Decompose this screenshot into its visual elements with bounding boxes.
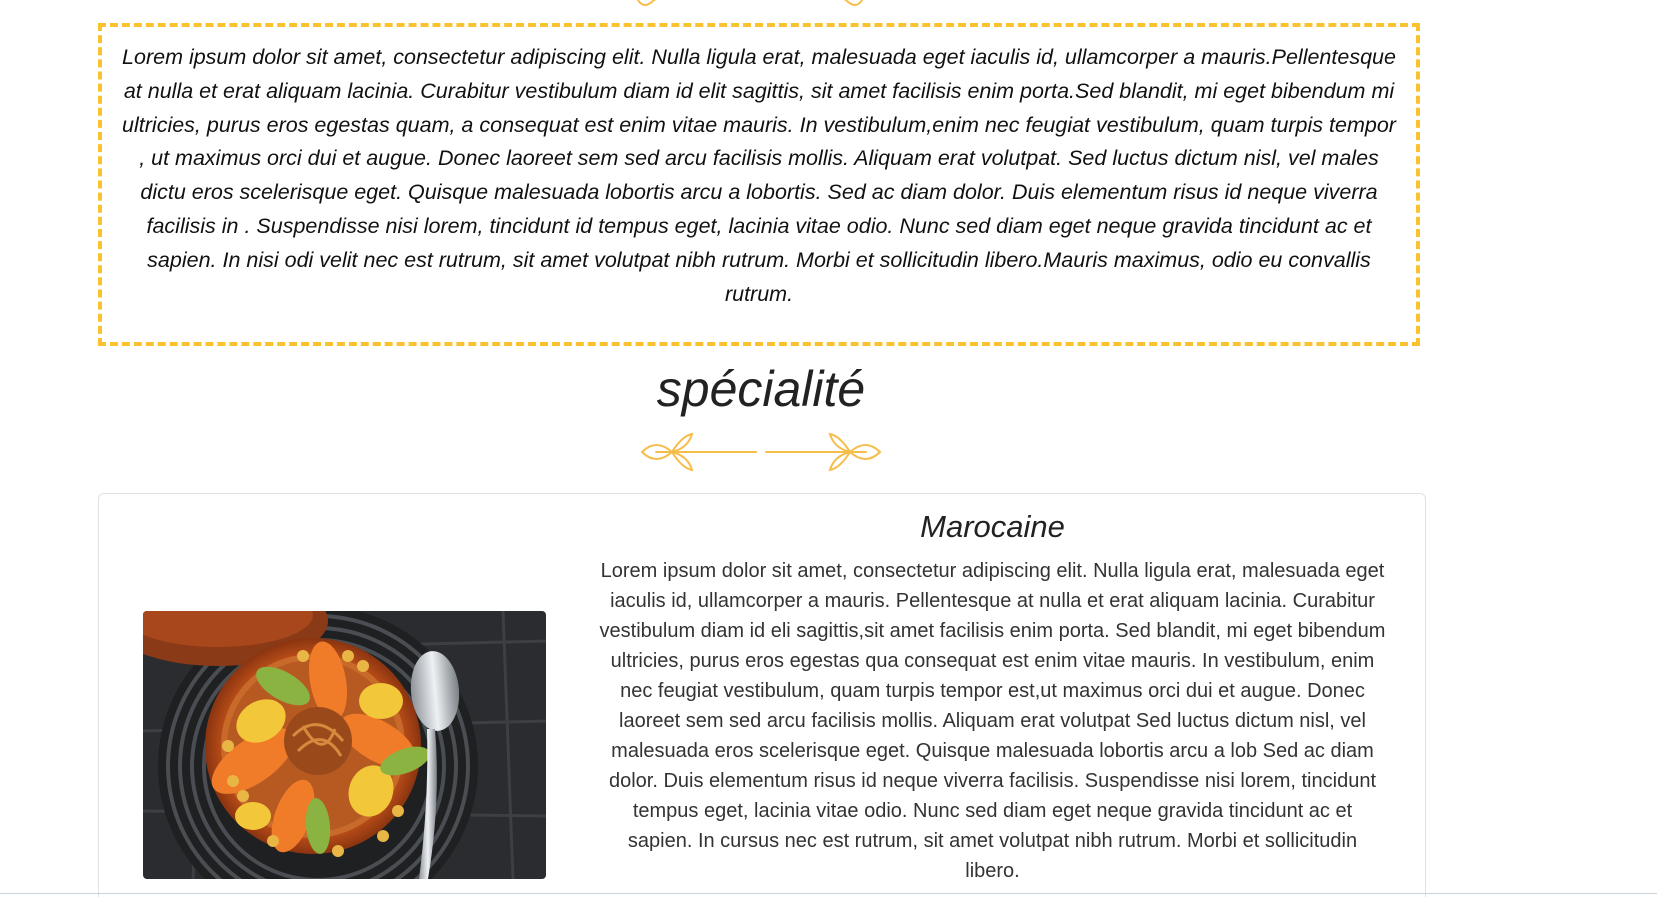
card-title: Marocaine — [920, 509, 1065, 544]
specialty-card: Marocaine Lorem ipsum dolor sit amet, co… — [98, 493, 1426, 897]
page: Lorem ipsum dolor sit amet, consectetur … — [0, 0, 1657, 897]
section-title: spécialité — [656, 361, 866, 417]
intro-box: Lorem ipsum dolor sit amet, consectetur … — [98, 23, 1420, 346]
leaf-divider-icon — [636, 0, 864, 6]
dish-image — [143, 611, 546, 879]
bottom-divider — [0, 893, 1657, 894]
card-body: Marocaine Lorem ipsum dolor sit amet, co… — [599, 508, 1386, 886]
card-text: Lorem ipsum dolor sit amet, consectetur … — [599, 560, 1386, 882]
intro-text: Lorem ipsum dolor sit amet, consectetur … — [122, 45, 1396, 306]
leaf-divider-icon — [640, 432, 882, 472]
